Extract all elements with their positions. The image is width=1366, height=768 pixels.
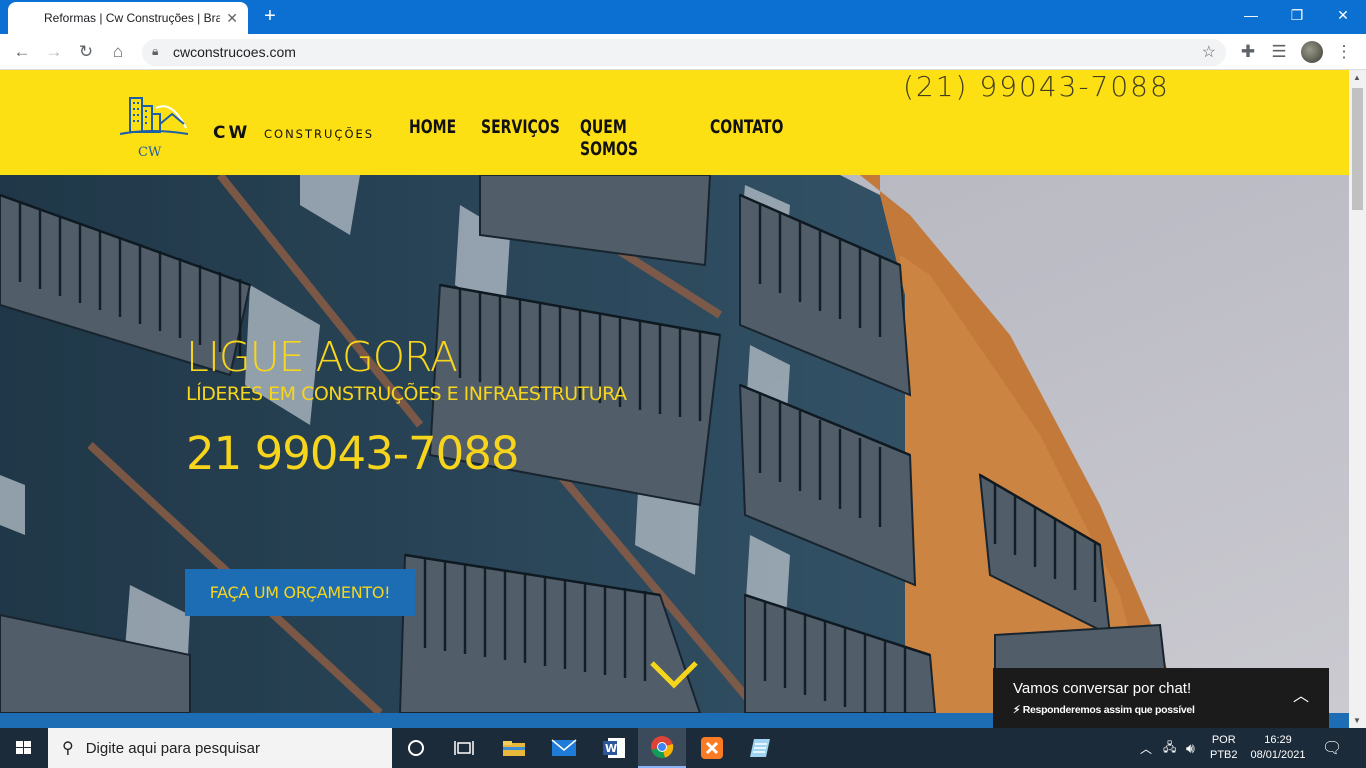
browser-toolbar: ← → ↻ ⌂ 🔒︎ cwconstrucoes.com ☆ ✚ ☰ ⋮: [0, 34, 1366, 70]
extensions-icon[interactable]: ✚: [1236, 40, 1260, 64]
task-view-icon[interactable]: [440, 728, 488, 768]
browser-tab[interactable]: Reformas | Cw Construções | Brasil ✕: [8, 2, 248, 34]
lightning-icon: ⚡︎: [1013, 704, 1021, 716]
profile-avatar[interactable]: [1301, 41, 1323, 63]
windows-taskbar: ⚲ Digite aqui para pesquisar W ︿ 🖧︎ 🔊︎ P…: [0, 728, 1366, 768]
xampp-icon[interactable]: [688, 728, 736, 768]
url-text: cwconstrucoes.com: [173, 44, 296, 60]
browser-tabbar: Reformas | Cw Construções | Brasil ✕ + —…: [0, 0, 1366, 34]
main-nav: HOME SERVIÇOS QUEM SOMOS CONTATO: [409, 116, 800, 160]
windows-start-icon[interactable]: [0, 728, 48, 768]
nav-home[interactable]: HOME: [409, 116, 468, 160]
scrollbar-thumb[interactable]: [1352, 88, 1363, 210]
mail-icon[interactable]: [540, 728, 588, 768]
cortana-icon[interactable]: [392, 728, 440, 768]
home-icon[interactable]: ⌂: [106, 40, 130, 64]
taskbar-search[interactable]: ⚲ Digite aqui para pesquisar: [48, 728, 392, 768]
bookmark-star-icon[interactable]: ☆: [1202, 42, 1216, 62]
clock-time: 16:29: [1264, 734, 1292, 746]
nav-quem-somos[interactable]: QUEM SOMOS: [580, 116, 687, 160]
lock-icon: 🔒︎: [152, 44, 159, 58]
clock[interactable]: 16:29 08/01/2021: [1248, 728, 1308, 768]
close-tab-icon[interactable]: ✕: [226, 10, 238, 27]
address-bar[interactable]: 🔒︎ cwconstrucoes.com ☆: [142, 39, 1226, 66]
company-logo[interactable]: CW: [116, 94, 190, 160]
word-icon[interactable]: W: [590, 728, 638, 768]
hero-phone[interactable]: 21 99043-7088: [186, 427, 519, 480]
chat-subtitle-text: Responderemos assim que possível: [1022, 704, 1195, 716]
page-scrollbar[interactable]: ▲ ▼: [1349, 70, 1366, 728]
scroll-up-arrow-icon[interactable]: ▲: [1353, 73, 1361, 82]
chat-widget[interactable]: Vamos conversar por chat! ⚡︎ Responderem…: [993, 668, 1329, 728]
site-header: CW CW CONSTRUÇÕES (21) 99043-7088 HOME S…: [0, 70, 1349, 175]
quote-button[interactable]: FAÇA UM ORÇAMENTO!: [185, 569, 415, 616]
notifications-icon[interactable]: 🗨︎: [1322, 728, 1342, 768]
new-tab-icon[interactable]: +: [258, 4, 282, 28]
close-window-icon[interactable]: ✕: [1320, 4, 1366, 28]
reload-icon[interactable]: ↻: [74, 40, 98, 64]
logo-text: CW: [138, 145, 162, 160]
search-placeholder: Digite aqui para pesquisar: [85, 739, 260, 757]
media-control-icon[interactable]: ☰: [1267, 40, 1291, 64]
hero-title: LIGUE AGORA: [186, 333, 458, 381]
brand-name[interactable]: CW: [213, 123, 250, 143]
nav-servicos[interactable]: SERVIÇOS: [481, 116, 562, 160]
hero-subtitle: LÍDERES EM CONSTRUÇÕES E INFRAESTRUTURA: [186, 383, 627, 405]
network-icon[interactable]: 🖧︎: [1163, 728, 1176, 768]
scroll-down-arrow-icon[interactable]: ▼: [1353, 716, 1361, 725]
scroll-down-chevron-icon[interactable]: [648, 659, 700, 691]
brand-subtitle: CONSTRUÇÕES: [264, 127, 375, 141]
chrome-icon[interactable]: [638, 728, 686, 768]
minimize-icon[interactable]: —: [1228, 4, 1274, 28]
search-icon: ⚲: [62, 740, 74, 757]
language-indicator[interactable]: POR PTB2: [1210, 728, 1238, 768]
nav-contato[interactable]: CONTATO: [710, 116, 784, 160]
forward-icon[interactable]: →: [42, 40, 66, 64]
tab-title: Reformas | Cw Construções | Brasil: [44, 11, 220, 25]
language-code: POR: [1211, 734, 1236, 746]
volume-icon[interactable]: 🔊︎: [1186, 728, 1195, 768]
show-hidden-icons[interactable]: ︿: [1140, 728, 1152, 768]
clock-date: 08/01/2021: [1250, 749, 1306, 761]
menu-icon[interactable]: ⋮: [1332, 40, 1356, 64]
restore-icon[interactable]: ❐: [1274, 4, 1320, 28]
web-page: CW CW CONSTRUÇÕES (21) 99043-7088 HOME S…: [0, 70, 1349, 728]
chat-title: Vamos conversar por chat!: [1013, 680, 1192, 697]
header-phone[interactable]: (21) 99043-7088: [903, 70, 1170, 103]
back-icon[interactable]: ←: [10, 40, 34, 64]
keyboard-layout: PTB2: [1210, 749, 1238, 761]
notepad-icon[interactable]: [736, 728, 784, 768]
svg-text:W: W: [605, 742, 617, 755]
chat-subtitle: ⚡︎ Responderemos assim que possível: [1013, 704, 1195, 716]
chat-expand-icon[interactable]: ︿: [1293, 682, 1309, 706]
file-explorer-icon[interactable]: [490, 728, 538, 768]
hero-section: LIGUE AGORA LÍDERES EM CONSTRUÇÕES E INF…: [0, 175, 1349, 713]
